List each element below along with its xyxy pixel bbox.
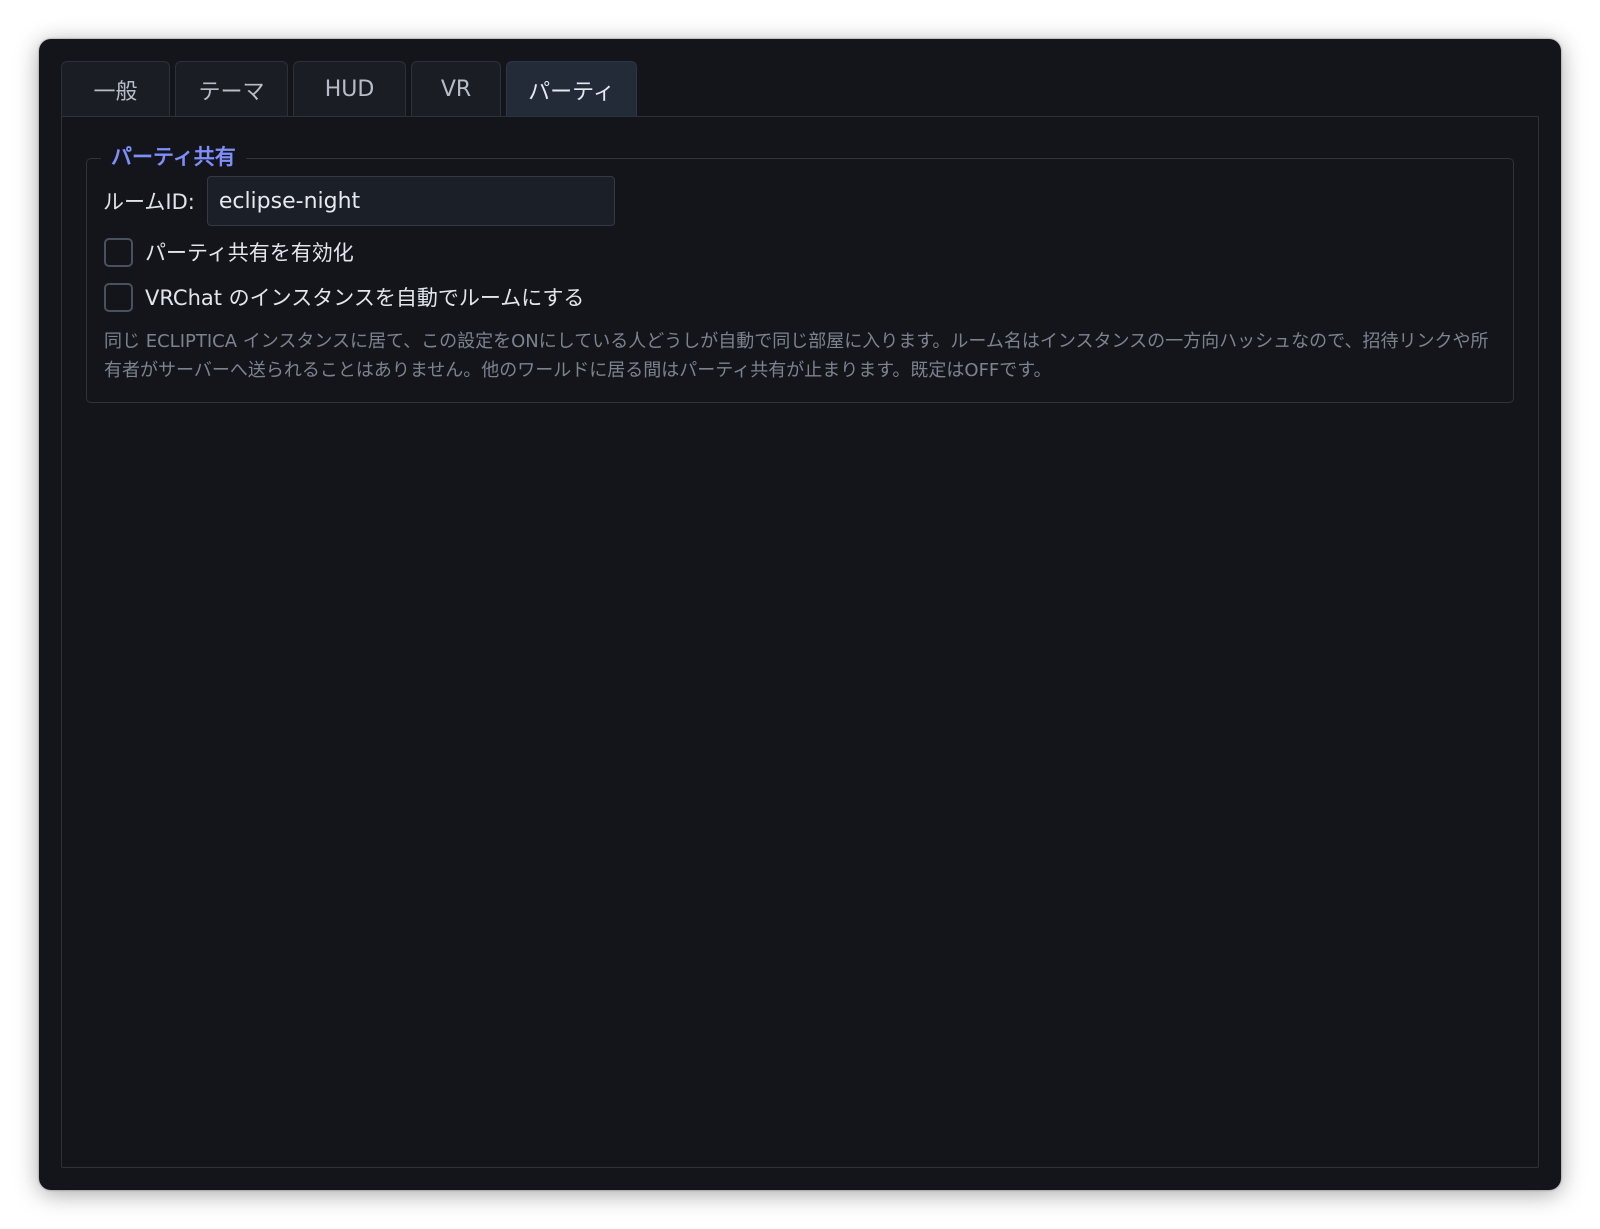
tab-theme[interactable]: テーマ [175,61,288,117]
group-title: パーティ共有 [101,141,246,173]
room-id-row: ルームID: [103,176,615,226]
auto-room-label: VRChat のインスタンスを自動でルームにする [145,286,585,310]
room-id-label: ルームID: [103,190,195,214]
tab-vr[interactable]: VR [411,61,501,117]
tab-party[interactable]: パーティ [506,61,637,117]
room-id-input[interactable] [206,176,615,226]
party-sharing-description: 同じ ECLIPTICA インスタンスに居て、この設定をONにしている人どうしが… [104,331,1489,381]
enable-party-sharing-checkbox[interactable] [104,237,133,267]
party-sharing-group: パーティ共有 ルームID: パーティ共有を有効化 VRChat のインスタンスを… [86,141,1514,403]
tab-panel-party: パーティ共有 ルームID: パーティ共有を有効化 VRChat のインスタンスを… [61,116,1539,1168]
settings-window: 一般 テーマ HUD VR パーティ パーティ共有 ルームID: パーティ共有を… [39,39,1561,1190]
enable-party-sharing-option[interactable]: パーティ共有を有効化 [104,236,354,268]
tab-hud[interactable]: HUD [293,61,406,117]
tab-general[interactable]: 一般 [61,61,170,117]
auto-room-option[interactable]: VRChat のインスタンスを自動でルームにする [104,281,584,313]
auto-room-checkbox[interactable] [104,282,133,312]
tab-bar: 一般 テーマ HUD VR パーティ [61,61,642,117]
enable-party-sharing-label: パーティ共有を有効化 [145,241,354,265]
